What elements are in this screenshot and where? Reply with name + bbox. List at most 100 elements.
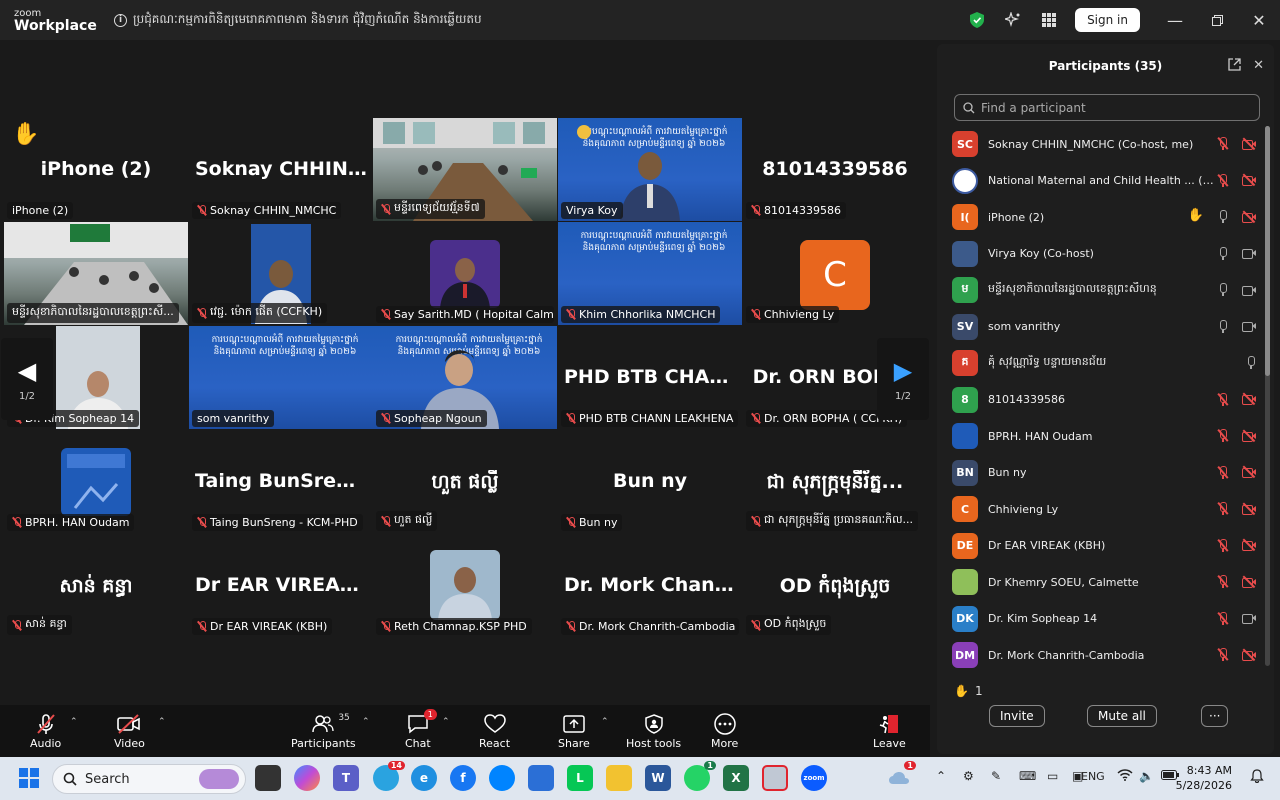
video-tile[interactable]: PHD BTB CHAN... PHD BTB CHANN LEAKHENA bbox=[558, 326, 742, 429]
video-tile[interactable]: OD កំពុងស្រួច OD កំពុងស្រួច bbox=[743, 534, 927, 637]
mic-muted-icon[interactable] bbox=[1217, 429, 1229, 442]
more-button[interactable]: More bbox=[711, 711, 738, 755]
apps-grid-icon[interactable] bbox=[1031, 0, 1067, 40]
video-tile-active-speaker[interactable]: ការបណ្តុះបណ្តាលអំពី ការវាយតម្លៃគ្រោះថ្នា… bbox=[558, 118, 742, 221]
mic-icon[interactable] bbox=[1218, 319, 1228, 333]
participant-row[interactable]: National Maternal and Child Health ... (… bbox=[937, 163, 1274, 200]
store-icon[interactable] bbox=[528, 765, 554, 791]
whatsapp-icon[interactable]: 1 bbox=[684, 761, 716, 791]
windows-start-icon[interactable] bbox=[16, 765, 42, 791]
mute-all-button[interactable]: Mute all bbox=[1087, 705, 1157, 727]
weather-icon[interactable]: 1 bbox=[886, 761, 916, 791]
video-tile[interactable]: ហួត ផល្លី ហួត ផល្លី bbox=[373, 430, 557, 533]
video-tile[interactable]: BPRH. HAN Oudam bbox=[4, 430, 188, 533]
wifi-icon[interactable] bbox=[1117, 769, 1133, 784]
video-button[interactable]: Video bbox=[114, 711, 145, 755]
video-tile[interactable]: ការបណ្តុះបណ្តាលអំពី ការវាយតម្លៃគ្រោះថ្នា… bbox=[373, 326, 557, 429]
audio-button[interactable]: Audio bbox=[30, 711, 61, 755]
participant-row[interactable]: SV som vanrithy bbox=[937, 309, 1274, 346]
previous-page-button[interactable]: ◀ 1/2 bbox=[1, 338, 53, 420]
volume-icon[interactable]: 🔈 bbox=[1139, 769, 1154, 783]
video-tile[interactable]: Soknay CHHIN_... Soknay CHHIN_NMCHC bbox=[189, 118, 373, 221]
audio-options-caret[interactable]: ⌃ bbox=[70, 717, 78, 727]
share-button[interactable]: Share bbox=[558, 711, 590, 755]
participant-row[interactable]: 8 81014339586 bbox=[937, 382, 1274, 419]
mic-muted-icon[interactable] bbox=[1217, 392, 1229, 406]
mic-muted-icon[interactable] bbox=[1217, 611, 1229, 625]
video-tile[interactable]: មន្ទីរសុខាភិបាលនៃរដ្ឋបាលខេត្តព្រះសី... bbox=[4, 222, 188, 325]
participant-row[interactable]: C Chhivieng Ly bbox=[937, 491, 1274, 528]
file-explorer-icon[interactable] bbox=[606, 765, 632, 791]
participant-row[interactable]: BN Bun ny bbox=[937, 455, 1274, 492]
chat-options-caret[interactable]: ⌃ bbox=[442, 717, 450, 727]
share-options-caret[interactable]: ⌃ bbox=[601, 717, 609, 727]
restore-button[interactable] bbox=[1196, 0, 1238, 40]
edge-browser-icon[interactable]: e bbox=[411, 765, 437, 791]
participant-row[interactable]: SC Soknay CHHIN_NMCHC (Co-host, me) bbox=[937, 126, 1274, 163]
info-icon[interactable]: i bbox=[114, 13, 127, 27]
leave-button[interactable]: Leave bbox=[873, 711, 906, 755]
participant-row[interactable]: DM Dr. Mork Chanrith-Cambodia bbox=[937, 637, 1274, 670]
invite-button[interactable]: Invite bbox=[989, 705, 1045, 727]
participants-button[interactable]: 35 Participants bbox=[291, 711, 356, 755]
pop-out-icon[interactable] bbox=[1228, 58, 1241, 75]
react-button[interactable]: React bbox=[479, 711, 510, 755]
search-input[interactable] bbox=[981, 100, 1251, 115]
mic-icon[interactable] bbox=[1218, 246, 1228, 260]
mic-muted-icon[interactable] bbox=[1217, 465, 1229, 479]
participant-row[interactable]: DE Dr EAR VIREAK (KBH) bbox=[937, 528, 1274, 565]
word-icon[interactable]: W bbox=[645, 765, 671, 791]
participant-row[interactable]: Virya Koy (Co-host) bbox=[937, 236, 1274, 273]
notifications-icon[interactable] bbox=[1250, 769, 1264, 786]
video-tile[interactable]: សាន់ គន្ធា សាន់ គន្ធា bbox=[4, 534, 188, 637]
taskbar-search[interactable]: Search bbox=[52, 764, 246, 794]
video-tile[interactable]: Say Sarith.MD ( Hopital Calmette) bbox=[373, 222, 557, 325]
mic-muted-icon[interactable] bbox=[1217, 648, 1229, 661]
zoom-app-icon[interactable]: zoom bbox=[801, 765, 827, 791]
close-panel-icon[interactable]: ✕ bbox=[1253, 58, 1264, 75]
participant-row[interactable]: DK Dr. Kim Sopheap 14 bbox=[937, 601, 1274, 638]
screen-capture-icon[interactable] bbox=[762, 765, 788, 791]
video-tile[interactable]: Dr. Mork Chanri... Dr. Mork Chanrith-Cam… bbox=[558, 534, 742, 637]
facebook-icon[interactable]: f bbox=[450, 765, 476, 791]
scrollbar-thumb[interactable] bbox=[1265, 126, 1270, 376]
chat-button[interactable]: 1 Chat bbox=[405, 709, 437, 755]
video-tile[interactable]: ការបណ្តុះបណ្តាលអំពី ការវាយតម្លៃគ្រោះថ្នា… bbox=[189, 326, 373, 429]
host-tools-button[interactable]: Host tools bbox=[626, 711, 681, 755]
teams-icon[interactable]: T bbox=[333, 765, 359, 791]
mic-muted-icon[interactable] bbox=[1217, 538, 1229, 552]
mic-icon[interactable] bbox=[1218, 210, 1228, 223]
meeting-title[interactable]: i ប្រជុំគណៈកម្មការពិនិត្យមេរោគភាពមាតា និ… bbox=[114, 11, 482, 29]
video-tile[interactable]: ✋ iPhone (2) iPhone (2) bbox=[4, 118, 188, 221]
participant-row[interactable]: I(iPhone (2) ✋ bbox=[937, 199, 1274, 236]
close-window-button[interactable]: ✕ bbox=[1238, 0, 1280, 40]
tablet-mode-icon[interactable]: ▭ bbox=[1047, 769, 1058, 783]
pen-icon[interactable]: ✎ bbox=[991, 769, 1001, 783]
language-indicator[interactable]: ENG bbox=[1081, 770, 1105, 783]
participant-row[interactable]: BPRH. HAN Oudam bbox=[937, 418, 1274, 455]
participants-scrollbar[interactable] bbox=[1265, 126, 1270, 666]
excel-icon[interactable]: X bbox=[723, 765, 749, 791]
minimize-button[interactable]: — bbox=[1154, 0, 1196, 40]
video-tile[interactable]: C Chhivieng Ly bbox=[743, 222, 927, 325]
mic-muted-icon[interactable] bbox=[1217, 173, 1229, 187]
participant-search[interactable] bbox=[954, 94, 1260, 121]
participant-row[interactable]: Dr Khemry SOEU, Calmette bbox=[937, 564, 1274, 601]
mic-muted-icon[interactable] bbox=[1217, 575, 1229, 588]
video-tile[interactable]: Reth Chamnap.KSP PHD bbox=[373, 534, 557, 637]
telegram-icon[interactable]: 14 bbox=[373, 761, 405, 791]
panel-more-button[interactable]: ··· bbox=[1201, 705, 1229, 727]
line-app-icon[interactable]: L bbox=[567, 765, 593, 791]
messenger-icon[interactable] bbox=[489, 765, 515, 791]
next-page-button[interactable]: ▶ 1/2 bbox=[877, 338, 929, 420]
mic-muted-icon[interactable] bbox=[1217, 502, 1229, 515]
video-tile[interactable]: មន្ទីរពេទ្យជ័យវរ្ម័នទី៧ bbox=[373, 118, 557, 221]
tray-app-icon[interactable]: ⚙ bbox=[963, 769, 974, 783]
task-view-icon[interactable] bbox=[255, 765, 281, 791]
mic-icon[interactable] bbox=[1246, 356, 1256, 369]
mic-icon[interactable] bbox=[1218, 283, 1228, 296]
ai-companion-icon[interactable] bbox=[995, 0, 1031, 40]
participant-row[interactable]: គ គុំ សុវណ្ណារិទ្ធ បន្ទាយមានជ័យ bbox=[937, 345, 1274, 382]
video-tile[interactable]: Bun ny Bun ny bbox=[558, 430, 742, 533]
video-tile[interactable]: 81014339586 81014339586 bbox=[743, 118, 927, 221]
